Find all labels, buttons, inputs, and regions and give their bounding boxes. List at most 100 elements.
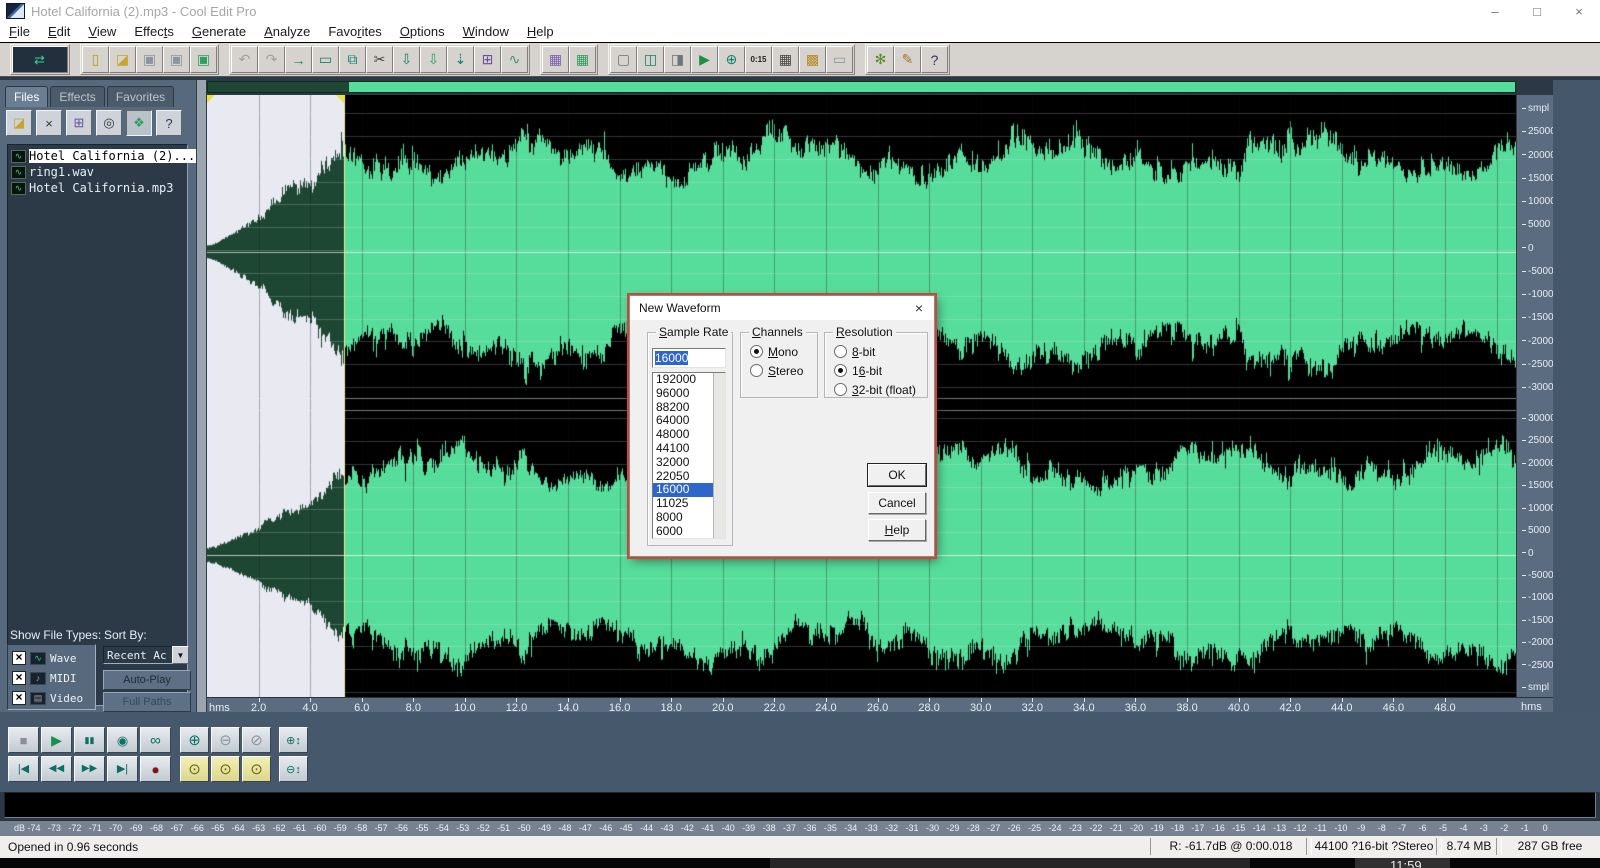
- toolbar-zoom-tool-button[interactable]: ⊕: [718, 46, 745, 73]
- menu-effects[interactable]: Effects: [125, 22, 183, 42]
- toolbar-group-waveform-green-button[interactable]: ▦: [569, 46, 596, 73]
- menu-file[interactable]: File: [0, 22, 39, 42]
- full-paths-button[interactable]: Full Paths: [103, 692, 191, 712]
- file-list[interactable]: ∿Hotel California (2)...∿ring1.wav∿Hotel…: [7, 144, 188, 706]
- list-scrollbar[interactable]: [713, 373, 725, 538]
- transport-go-start-button[interactable]: |◀: [8, 756, 39, 782]
- checkbox-checked-icon[interactable]: ×: [12, 691, 26, 705]
- organizer-open-folder-button[interactable]: ◪: [6, 110, 32, 136]
- toolbar-cue-list-button[interactable]: ▦: [772, 46, 799, 73]
- toolbar-window-blank-button[interactable]: ▭: [826, 46, 853, 73]
- tab-files[interactable]: Files: [5, 86, 48, 107]
- transport-record-button[interactable]: ●: [140, 756, 171, 782]
- sample-rate-input[interactable]: 16000: [652, 348, 726, 368]
- transport-loop-button[interactable]: ∞: [140, 727, 171, 753]
- radio-32-bit-float-[interactable]: 32-bit (float): [834, 381, 927, 398]
- toolbar-window-normal-button[interactable]: ▢: [610, 46, 637, 73]
- checkbox-checked-icon[interactable]: ×: [12, 651, 26, 665]
- toolbar-play-preview-button[interactable]: ▶: [691, 46, 718, 73]
- toolbar-insert-multitrack-button[interactable]: ⊞: [474, 46, 501, 73]
- toolbar-window-side-button[interactable]: ◨: [664, 46, 691, 73]
- close-button[interactable]: ×: [1558, 0, 1600, 22]
- zoom-zoom-full-button[interactable]: ⊘: [242, 727, 271, 753]
- selection-end-marker-icon[interactable]: [336, 95, 344, 103]
- toolbar-copy-button[interactable]: ⧉: [339, 46, 366, 73]
- toolbar-organize-windows-button[interactable]: ▩: [799, 46, 826, 73]
- file-item[interactable]: ∿Hotel California (2)...: [8, 148, 187, 164]
- toolbar-mix-paste-button[interactable]: ⇣: [447, 46, 474, 73]
- zoom-zoom-sel-right-button[interactable]: ⊙: [242, 756, 271, 782]
- selection-start-marker-icon[interactable]: [207, 95, 215, 103]
- dialog-close-icon[interactable]: ×: [904, 297, 934, 319]
- dialog-titlebar[interactable]: New Waveform ×: [630, 296, 934, 320]
- toolbar-open-file-button[interactable]: ◪: [109, 46, 136, 73]
- help-button[interactable]: Help: [868, 519, 926, 541]
- toolbar-group-waveform-purple-button[interactable]: ▦: [542, 46, 569, 73]
- zoom-zoom-in-vertical-button[interactable]: ⊕↕: [279, 727, 308, 753]
- toolbar-redo-button[interactable]: ↷: [258, 46, 285, 73]
- radio-mono[interactable]: Mono: [750, 343, 817, 360]
- organizer-options-advanced-button[interactable]: ❖: [126, 110, 152, 136]
- organizer-insert-multitrack-button[interactable]: ⊞: [66, 110, 92, 136]
- radio-stereo[interactable]: Stereo: [750, 362, 817, 379]
- transport-go-end-button[interactable]: ▶|: [107, 756, 138, 782]
- zoom-zoom-out-button[interactable]: ⊖: [211, 727, 240, 753]
- toolbar-edit-multitrack-toggle-button[interactable]: ⇄: [12, 46, 68, 73]
- toolbar-scripts-button[interactable]: ✎: [894, 46, 921, 73]
- menu-view[interactable]: View: [79, 22, 125, 42]
- menu-help[interactable]: Help: [518, 22, 563, 42]
- toolbar-save-as-button[interactable]: ▣: [163, 46, 190, 73]
- menu-favorites[interactable]: Favorites: [319, 22, 390, 42]
- organizer-help-button[interactable]: ?: [156, 110, 182, 136]
- auto-play-button[interactable]: Auto-Play: [103, 670, 191, 690]
- toolbar-help-button[interactable]: ?: [921, 46, 948, 73]
- menu-window[interactable]: Window: [454, 22, 518, 42]
- transport-fast-forward-button[interactable]: ▶▶: [74, 756, 105, 782]
- transport-stop-button[interactable]: ■: [8, 727, 39, 753]
- toolbar-undo-button[interactable]: ↶: [231, 46, 258, 73]
- toolbar-paste-to-new-button[interactable]: ⇩: [420, 46, 447, 73]
- sort-dropdown-arrow-icon[interactable]: ▼: [172, 646, 189, 664]
- file-item[interactable]: ∿Hotel California.mp3: [8, 180, 187, 196]
- zoom-zoom-sel-left-button[interactable]: ⊙: [211, 756, 240, 782]
- toolbar-save-file-button[interactable]: ▣: [136, 46, 163, 73]
- checkbox-checked-icon[interactable]: ×: [12, 671, 26, 685]
- toolbar-trim-button[interactable]: ▭: [312, 46, 339, 73]
- level-meter[interactable]: [4, 792, 1596, 818]
- transport-play-looped-button[interactable]: ◉: [107, 727, 138, 753]
- tab-effects[interactable]: Effects: [50, 86, 104, 107]
- maximize-button[interactable]: □: [1516, 0, 1558, 22]
- sort-by-select[interactable]: Recent Ac: [103, 646, 173, 664]
- panel-splitter[interactable]: [196, 80, 207, 715]
- transport-rewind-button[interactable]: ◀◀: [41, 756, 72, 782]
- menu-generate[interactable]: Generate: [183, 22, 255, 42]
- toolbar-window-find-button[interactable]: ◫: [637, 46, 664, 73]
- toolbar-find-beats-button[interactable]: ∿: [501, 46, 528, 73]
- sample-rate-list[interactable]: 1920009600088200640004800044100320002205…: [652, 372, 726, 539]
- toolbar-cut-button[interactable]: ✂: [366, 46, 393, 73]
- amplitude-scale[interactable]: smpl2500020000150001000050000-5000-10000…: [1516, 95, 1554, 697]
- minimize-button[interactable]: –: [1474, 0, 1516, 22]
- ok-button[interactable]: OK: [868, 464, 926, 486]
- organizer-close-file-button[interactable]: ×: [36, 110, 62, 136]
- cancel-button[interactable]: Cancel: [868, 492, 926, 514]
- file-item[interactable]: ∿ring1.wav: [8, 164, 187, 180]
- organizer-insert-cd-button[interactable]: ◎: [96, 110, 122, 136]
- overview-bar[interactable]: [207, 81, 1516, 93]
- zoom-zoom-out-vertical-button[interactable]: ⊖↕: [279, 756, 308, 782]
- toolbar-save-selection-button[interactable]: ▣: [190, 46, 217, 73]
- tab-favorites[interactable]: Favorites: [107, 86, 174, 107]
- radio-16-bit[interactable]: 16-bit: [834, 362, 927, 379]
- menu-options[interactable]: Options: [391, 22, 454, 42]
- transport-play-button[interactable]: ▶: [41, 727, 72, 753]
- menu-edit[interactable]: Edit: [39, 22, 79, 42]
- toolbar-settings-gear-button[interactable]: ✻: [867, 46, 894, 73]
- radio-8-bit[interactable]: 8-bit: [834, 343, 927, 360]
- zoom-zoom-to-selection-button[interactable]: ⊙: [180, 756, 209, 782]
- transport-pause-button[interactable]: ▮▮: [74, 727, 105, 753]
- toolbar-new-file-button[interactable]: ▯: [82, 46, 109, 73]
- toolbar-pause-lights-button[interactable]: 0:15: [745, 46, 772, 73]
- toolbar-paste-button[interactable]: ⇩: [393, 46, 420, 73]
- zoom-zoom-in-button[interactable]: ⊕: [180, 727, 209, 753]
- toolbar-repeat-last-button[interactable]: →: [285, 46, 312, 73]
